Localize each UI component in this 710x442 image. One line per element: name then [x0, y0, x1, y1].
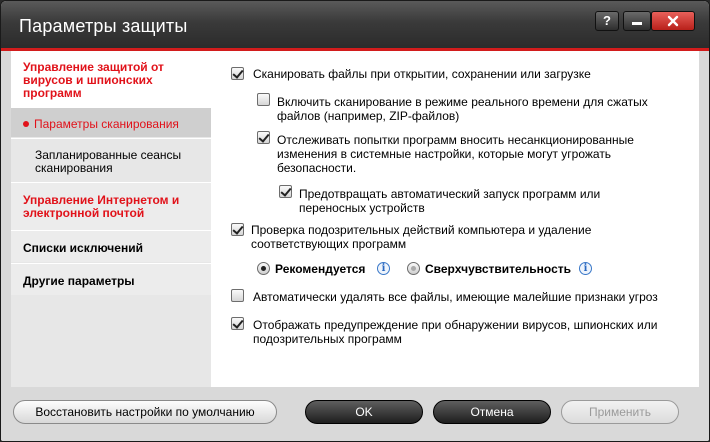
checkmark-icon — [232, 223, 244, 235]
restore-defaults-button[interactable]: Восстановить настройки по умолчанию — [13, 400, 277, 424]
title-bar[interactable]: Параметры защиты ? — [1, 1, 709, 48]
sidebar-item-label: Запланированные сеансы сканирования — [35, 148, 182, 175]
close-button[interactable] — [651, 11, 695, 31]
info-icon[interactable]: i — [579, 262, 592, 275]
sidebar-item-scheduled-scans[interactable]: Запланированные сеансы сканирования — [11, 138, 211, 182]
hypersensitive-radio[interactable] — [407, 262, 420, 275]
prevent-autorun-checkbox[interactable] — [279, 185, 292, 198]
apply-button[interactable]: Применить — [561, 400, 679, 424]
suspicious-actions-checkbox[interactable] — [231, 223, 244, 236]
sidebar-item-label: Списки исключений — [23, 241, 143, 255]
recommended-label: Рекомендуется — [275, 262, 366, 276]
track-unauthorized-checkbox[interactable] — [257, 131, 270, 144]
sidebar-item-label: Другие параметры — [23, 274, 135, 288]
hypersensitive-label: Сверхчувствительность — [425, 262, 572, 276]
window-title: Параметры защиты — [19, 16, 188, 36]
checkmark-icon — [232, 317, 244, 329]
sidebar-item-label: Параметры сканирования — [34, 117, 179, 131]
track-unauthorized-label: Отслеживать попытки программ вносить нес… — [277, 133, 634, 175]
sidebar-item-exclusions[interactable]: Списки исключений — [11, 230, 211, 262]
sidebar-item-scan-settings[interactable]: Параметры сканирования — [11, 107, 211, 137]
close-icon — [667, 15, 679, 27]
cancel-button[interactable]: Отмена — [433, 400, 551, 424]
sidebar: Управление защитой от вирусов и шпионски… — [11, 51, 211, 387]
recommended-radio[interactable] — [257, 262, 270, 275]
sidebar-item-label: Управление Интернетом и электронной почт… — [23, 193, 180, 220]
minimize-button[interactable] — [623, 11, 651, 31]
minimize-icon — [632, 22, 642, 25]
sidebar-header[interactable]: Управление защитой от вирусов и шпионски… — [11, 51, 211, 107]
prevent-autorun-label: Предотвращать автоматический запуск прог… — [299, 187, 601, 215]
help-button[interactable]: ? — [595, 11, 619, 31]
content-area: Управление защитой от вирусов и шпионски… — [11, 51, 699, 387]
checkmark-icon — [280, 185, 292, 197]
ok-button[interactable]: OK — [305, 400, 423, 424]
checkmark-icon — [258, 131, 270, 143]
scan-on-open-label: Сканировать файлы при открытии, сохранен… — [253, 67, 591, 81]
dialog-window: Параметры защиты ? Управление защитой от… — [0, 0, 710, 442]
sidebar-header-label: Управление защитой от вирусов и шпионски… — [23, 60, 164, 100]
info-icon[interactable]: i — [377, 262, 390, 275]
settings-panel: Сканировать файлы при открытии, сохранен… — [211, 51, 699, 387]
selected-bullet-icon — [23, 121, 29, 127]
sidebar-item-other-settings[interactable]: Другие параметры — [11, 263, 211, 295]
auto-delete-label: Автоматически удалять все файлы, имеющие… — [253, 290, 658, 304]
button-bar: Восстановить настройки по умолчанию OK О… — [1, 387, 709, 441]
scan-on-open-checkbox[interactable] — [231, 67, 244, 80]
suspicious-actions-label: Проверка подозрительных действий компьют… — [251, 223, 592, 251]
radio-dot-icon — [261, 266, 266, 271]
sidebar-item-internet-email[interactable]: Управление Интернетом и электронной почт… — [11, 182, 211, 230]
realtime-compressed-label: Включить сканирование в режиме реального… — [277, 95, 648, 123]
radio-dot-icon — [411, 266, 416, 271]
checkmark-icon — [232, 67, 244, 79]
realtime-compressed-checkbox[interactable] — [257, 93, 270, 106]
show-warning-checkbox[interactable] — [231, 317, 244, 330]
show-warning-label: Отображать предупреждение при обнаружени… — [253, 318, 658, 346]
auto-delete-checkbox[interactable] — [231, 289, 244, 302]
